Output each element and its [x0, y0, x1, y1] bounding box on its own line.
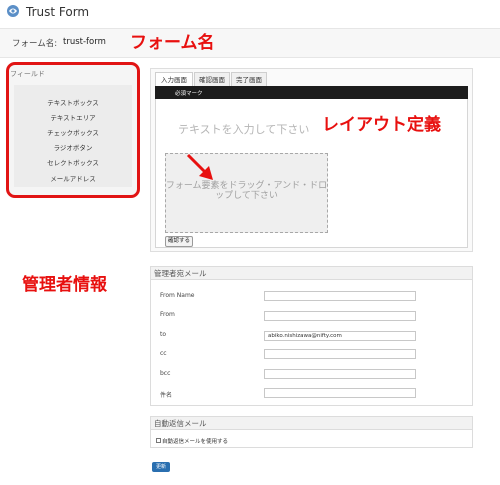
field-item-checkbox[interactable]: チェックボックス: [14, 127, 132, 137]
admin-mail-title: 管理者宛メール: [154, 269, 207, 278]
field-item-textarea[interactable]: テキストエリア: [14, 112, 132, 122]
app-title: Trust Form: [26, 5, 90, 19]
auto-reply-checkbox[interactable]: [156, 438, 161, 443]
to-input[interactable]: abiko.nishizawa@nifty.com: [264, 331, 416, 341]
from-name-label: From Name: [160, 292, 195, 299]
form-name-value[interactable]: trust-form: [63, 37, 106, 47]
subject-label: 件名: [160, 392, 173, 399]
to-label: to: [160, 331, 167, 338]
annotation-layout: レイアウト定義: [322, 115, 441, 135]
form-name-label: フォーム名:: [12, 39, 58, 49]
subject-input[interactable]: [264, 388, 416, 398]
bcc-input[interactable]: [264, 369, 416, 379]
auto-reply-checkbox-label[interactable]: 自動返信メールを使用する: [162, 437, 228, 445]
field-item-textbox[interactable]: テキストボックス: [14, 97, 132, 107]
tab-confirm-screen[interactable]: 確認画面: [194, 72, 230, 86]
annotation-form-name: フォーム名: [130, 33, 215, 53]
field-item-radio[interactable]: ラジオボタン: [14, 142, 132, 152]
text-input-placeholder[interactable]: テキストを入力して下さい: [178, 121, 309, 137]
from-name-input[interactable]: [264, 291, 416, 301]
tab-input-screen[interactable]: 入力画面: [155, 72, 193, 86]
from-input[interactable]: [264, 311, 416, 321]
annotation-admin: 管理者情報: [22, 275, 107, 295]
fields-panel-title: フィールド: [10, 70, 45, 78]
update-button[interactable]: 更新: [152, 462, 170, 472]
arrow-icon: [186, 153, 213, 180]
bcc-label: bcc: [160, 370, 171, 377]
field-item-select[interactable]: セレクトボックス: [14, 157, 132, 167]
cc-label: cc: [160, 350, 167, 357]
field-item-email[interactable]: メールアドレス: [14, 173, 132, 183]
tab-complete-screen[interactable]: 完了画面: [231, 72, 267, 86]
cc-input[interactable]: [264, 349, 416, 359]
from-label: From: [160, 311, 175, 318]
trust-logo-icon: [7, 5, 19, 17]
auto-reply-title: 自動返信メール: [154, 419, 207, 428]
required-mark-label[interactable]: 必須マーク: [175, 89, 203, 97]
confirm-button[interactable]: 確認する: [165, 236, 193, 247]
